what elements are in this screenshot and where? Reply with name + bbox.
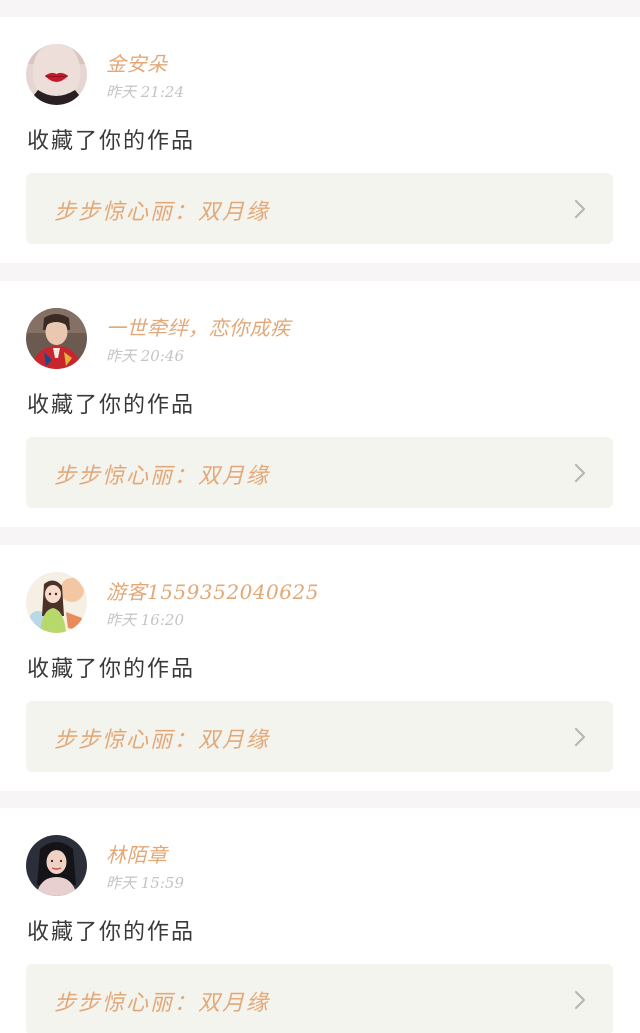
boy-portrait-avatar-icon[interactable]: [26, 308, 87, 369]
notification-card: 游客1559352040625 昨天 16:20 收藏了你的作品 步步惊心丽：双…: [0, 545, 640, 791]
timestamp: 昨天 20:46: [106, 347, 184, 365]
work-title: 步步惊心丽：双月缘: [54, 991, 271, 1016]
chevron-right-icon: [573, 726, 587, 748]
work-link-button[interactable]: 步步惊心丽：双月缘: [26, 701, 613, 772]
timestamp: 昨天 21:24: [106, 83, 184, 101]
anime-girl-avatar-icon[interactable]: [26, 572, 87, 633]
timestamp: 昨天 15:59: [106, 874, 184, 892]
woman-portrait-avatar-icon[interactable]: [26, 835, 87, 896]
username[interactable]: 金安朵: [106, 48, 168, 77]
action-text: 收藏了你的作品: [27, 920, 196, 945]
username[interactable]: 一世牵绊，恋你成疾: [106, 312, 291, 341]
username[interactable]: 林陌章: [106, 839, 168, 868]
work-title: 步步惊心丽：双月缘: [54, 728, 271, 753]
notification-card: 一世牵绊，恋你成疾 昨天 20:46 收藏了你的作品 步步惊心丽：双月缘: [0, 281, 640, 527]
chevron-right-icon: [573, 989, 587, 1011]
work-link-button[interactable]: 步步惊心丽：双月缘: [26, 964, 613, 1033]
action-text: 收藏了你的作品: [27, 393, 196, 418]
action-text: 收藏了你的作品: [27, 657, 196, 682]
work-title: 步步惊心丽：双月缘: [54, 464, 271, 489]
work-title: 步步惊心丽：双月缘: [54, 200, 271, 225]
chevron-right-icon: [573, 462, 587, 484]
work-link-button[interactable]: 步步惊心丽：双月缘: [26, 437, 613, 508]
notification-card: 金安朵 昨天 21:24 收藏了你的作品 步步惊心丽：双月缘: [0, 17, 640, 263]
chevron-right-icon: [573, 198, 587, 220]
notification-feed: 金安朵 昨天 21:24 收藏了你的作品 步步惊心丽：双月缘 一世牵绊，恋你成疾…: [0, 0, 640, 1033]
lips-avatar-icon[interactable]: [26, 44, 87, 105]
notification-card: 林陌章 昨天 15:59 收藏了你的作品 步步惊心丽：双月缘: [0, 808, 640, 1033]
work-link-button[interactable]: 步步惊心丽：双月缘: [26, 173, 613, 244]
timestamp: 昨天 16:20: [106, 611, 184, 629]
action-text: 收藏了你的作品: [27, 129, 196, 154]
username[interactable]: 游客1559352040625: [106, 576, 319, 605]
